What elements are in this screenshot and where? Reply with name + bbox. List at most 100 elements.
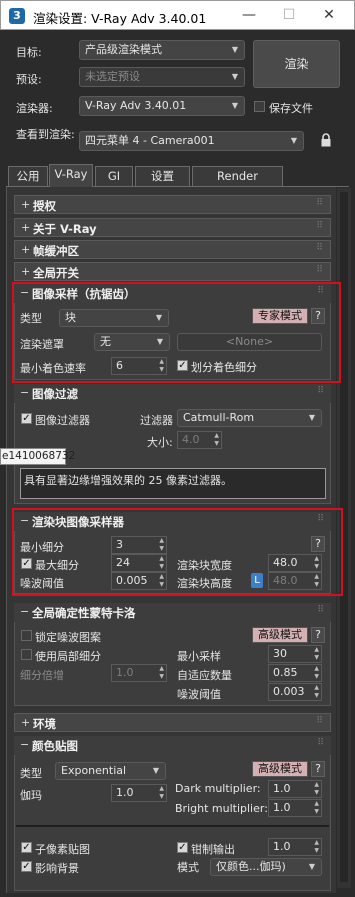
renderer-dropdown[interactable]: V-Ray Adv 3.40.01 ▼ [79, 96, 245, 116]
tab-gi[interactable]: GI [95, 166, 133, 186]
color-type-dropdown[interactable]: Exponential ▼ [55, 762, 166, 780]
save-file-checkbox[interactable] [254, 101, 265, 112]
tab-vray[interactable]: V-Ray [49, 164, 93, 187]
dmc-noise-threshold-spinner[interactable]: 0.003 ▲ ▼ [268, 683, 322, 701]
tab-render-elements[interactable]: Render Elements [192, 166, 283, 201]
spinner-arrows-icon[interactable]: ▲ ▼ [314, 800, 319, 816]
target-value: 产品级渲染模式 [85, 43, 162, 56]
chevron-down-icon: ▼ [231, 72, 238, 81]
spinner-arrows-icon[interactable]: ▲ ▼ [314, 646, 319, 662]
advanced-mode-button[interactable]: 高级模式 [252, 627, 308, 643]
spinner-arrows-icon[interactable]: ▲ ▼ [159, 537, 164, 553]
clamp-output-checkbox[interactable]: ✓ [177, 842, 188, 853]
help-button[interactable]: ? [311, 308, 325, 324]
spinner-arrows-icon[interactable]: ▲ ▼ [314, 665, 319, 681]
spinner-arrows-icon[interactable]: ▲ ▼ [159, 785, 164, 801]
chevron-down-icon: ▼ [308, 862, 315, 871]
divide-shading-subdivs-checkbox[interactable]: ✓ [177, 360, 188, 371]
rollout-authorization[interactable]: + 授权 ⠿ [14, 195, 331, 214]
view-dropdown[interactable]: 四元菜单 4 - Camera001 ▼ [79, 131, 304, 151]
spinner-arrows-icon[interactable]: ▲ ▼ [159, 573, 164, 589]
filter-size-spinner[interactable]: 4.0 ▲ ▼ [177, 431, 222, 449]
mode-value: 仅颜色...伽玛) [216, 860, 286, 873]
adaptive-amount-spinner[interactable]: 0.85 ▲ ▼ [268, 664, 322, 682]
bucket-width-spinner[interactable]: 48.0 ▲ ▼ [268, 554, 322, 572]
subpixel-mapping-checkbox[interactable]: ✓ [21, 842, 32, 853]
minimize-icon[interactable]: — [229, 1, 269, 30]
app-icon: 3 [9, 8, 25, 24]
help-button[interactable]: ? [311, 536, 325, 552]
spinner-arrows-icon[interactable]: ▲ ▼ [214, 432, 219, 448]
filter-dropdown[interactable]: Catmull-Rom ▼ [177, 409, 322, 427]
spinner-arrows-icon[interactable]: ▲ ▼ [159, 358, 164, 374]
render-mask-object-field[interactable]: <None> [177, 333, 322, 351]
image-filter-checkbox[interactable]: ✓ [21, 413, 32, 424]
advanced-mode-button[interactable]: 高级模式 [252, 761, 308, 777]
max-subdivs-checkbox[interactable]: ✓ [21, 558, 32, 569]
spinner-arrows-icon[interactable]: ▲ ▼ [314, 555, 319, 571]
grip-icon: ⠿ [317, 738, 325, 748]
bucket-height-value: 48.0 [273, 574, 298, 587]
rollout-frame-buffer[interactable]: + 帧缓冲区 ⠿ [14, 240, 331, 259]
chevron-down-icon: ▼ [308, 413, 315, 422]
renderer-value: V-Ray Adv 3.40.01 [85, 99, 187, 112]
sampler-type-dropdown[interactable]: 块 ▼ [59, 309, 169, 327]
image-filter-label: 图像过滤器 [35, 414, 90, 427]
use-local-subdivs-checkbox[interactable] [21, 649, 32, 660]
min-subdivs-spinner[interactable]: 3 ▲ ▼ [111, 536, 167, 554]
expand-icon: + [21, 716, 31, 729]
view-label: 查看到渲染: [16, 128, 75, 141]
clamp-output-value: 1.0 [273, 840, 291, 853]
rollout-title: 全局确定性蒙特卡洛 [32, 606, 136, 620]
chevron-down-icon: ▼ [155, 313, 162, 322]
render-mask-dropdown[interactable]: 无 ▼ [94, 333, 170, 351]
max-subdivs-spinner[interactable]: 24 ▲ ▼ [111, 554, 167, 572]
bucket-height-spinner[interactable]: 48.0 ▲ ▼ [268, 572, 322, 590]
dark-multiplier-label: Dark multiplier: [175, 782, 261, 795]
chevron-down-icon: ▼ [231, 101, 238, 110]
clamp-output-spinner[interactable]: 1.0 ▲ ▼ [268, 838, 322, 856]
gamma-spinner[interactable]: 1.0 ▲ ▼ [111, 784, 167, 802]
help-button[interactable]: ? [311, 627, 325, 643]
dark-multiplier-spinner[interactable]: 1.0 ▲ ▼ [268, 780, 322, 798]
min-samples-spinner[interactable]: 30 ▲ ▼ [268, 645, 322, 663]
filter-description: 具有显著边缘增强效果的 25 像素过滤器。 [20, 468, 326, 499]
rollout-global-dmc[interactable]: − 全局确定性蒙特卡洛 ⠿ [14, 603, 331, 622]
noise-threshold-spinner[interactable]: 0.005 ▲ ▼ [111, 572, 167, 590]
expand-icon: + [21, 221, 31, 234]
expand-icon: + [21, 198, 31, 211]
min-shading-rate-spinner[interactable]: 6 ▲ ▼ [111, 357, 167, 375]
target-dropdown[interactable]: 产品级渲染模式 ▼ [79, 40, 245, 60]
render-mask-label: 渲染遮罩 [20, 338, 64, 351]
render-button[interactable]: 渲染 [253, 40, 340, 88]
grip-icon: ⠿ [316, 716, 324, 726]
lock-noise-pattern-checkbox[interactable] [21, 630, 32, 641]
spinner-arrows-icon[interactable]: ▲ ▼ [159, 555, 164, 571]
close-icon[interactable]: ✕ [309, 1, 349, 30]
tab-settings[interactable]: 设置 [135, 166, 190, 186]
help-button[interactable]: ? [311, 761, 325, 777]
rollout-about-vray[interactable]: + 关于 V-Ray ⠿ [14, 218, 331, 237]
rollout-global-switches[interactable]: + 全局开关 ⠿ [14, 262, 331, 281]
spinner-arrows-icon[interactable]: ▲ ▼ [159, 665, 164, 681]
spinner-arrows-icon[interactable]: ▲ ▼ [314, 684, 319, 700]
bright-multiplier-spinner[interactable]: 1.0 ▲ ▼ [268, 799, 322, 817]
spinner-arrows-icon[interactable]: ▲ ▼ [314, 573, 319, 589]
bucket-width-label: 渲染块宽度 [177, 559, 232, 572]
preset-dropdown[interactable]: 未选定预设 ▼ [79, 67, 245, 87]
affect-background-checkbox[interactable]: ✓ [21, 861, 32, 872]
lock-aspect-button[interactable]: L [251, 573, 263, 588]
rollout-environment[interactable]: + 环境 ⠿ [14, 713, 331, 732]
rollout-color-mapping[interactable]: − 颜色贴图 ⠿ [14, 736, 331, 755]
expert-mode-button[interactable]: 专家模式 [252, 308, 308, 324]
spinner-arrows-icon[interactable]: ▲ ▼ [314, 839, 319, 855]
rollout-image-filter[interactable]: − 图像过滤 ⠿ [14, 384, 331, 403]
tab-common[interactable]: 公用 [8, 166, 48, 186]
spinner-arrows-icon[interactable]: ▲ ▼ [314, 781, 319, 797]
bright-multiplier-label: Bright multiplier: [175, 802, 268, 815]
sampler-type-value: 块 [65, 311, 76, 324]
subdivs-mult-spinner[interactable]: 1.0 ▲ ▼ [111, 664, 167, 682]
mode-dropdown[interactable]: 仅颜色...伽玛) ▼ [210, 858, 322, 876]
lock-icon[interactable] [320, 133, 332, 147]
maximize-icon[interactable]: ☐ [269, 1, 309, 30]
